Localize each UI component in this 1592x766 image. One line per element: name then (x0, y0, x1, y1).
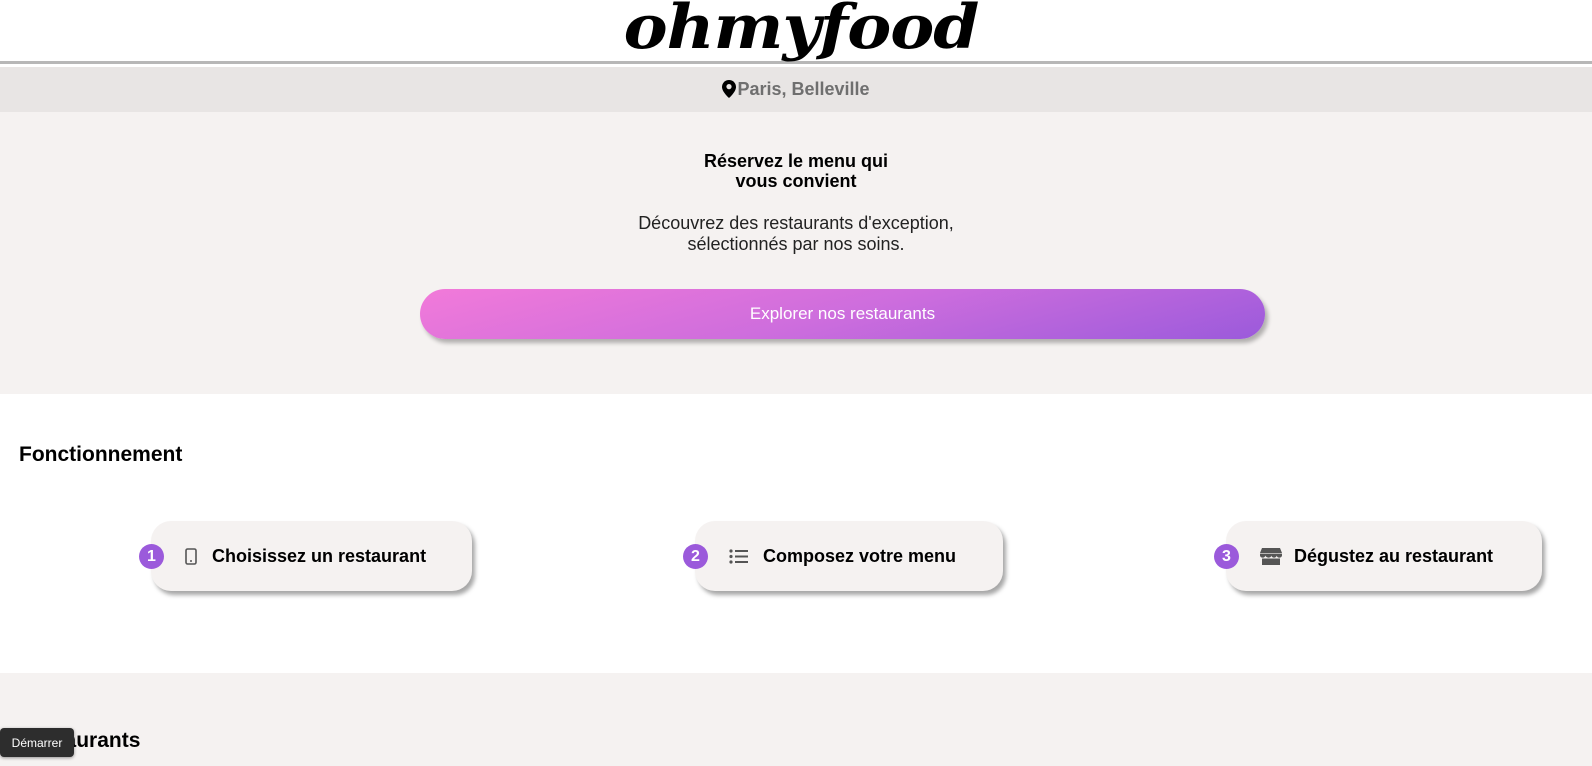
hero-subtitle-line-1: Découvrez des restaurants d'exception, (638, 213, 954, 233)
restaurants-section: Restaurants (0, 673, 1592, 766)
location-bar: Paris, Belleville (0, 67, 1592, 112)
hero-title-line-2: vous convient (735, 171, 857, 191)
mobile-phone-icon (184, 547, 198, 565)
map-pin-icon (722, 79, 737, 98)
hero-section: Réservez le menu qui vous convient Décou… (0, 112, 1592, 394)
list-icon (728, 548, 748, 564)
start-button[interactable]: Démarrer (0, 728, 74, 757)
step-number-badge: 1 (139, 544, 164, 569)
how-it-works-title: Fonctionnement (19, 443, 183, 466)
location-text: Paris, Belleville (737, 79, 870, 99)
hero-subtitle-line-2: sélectionnés par nos soins. (687, 234, 905, 254)
step-label: Composez votre menu (763, 545, 957, 566)
step-choose-restaurant: 1 Choisissez un restaurant (139, 521, 472, 591)
step-number-badge: 3 (1214, 544, 1239, 569)
store-icon (1260, 547, 1282, 565)
step-number-badge: 2 (683, 544, 708, 569)
step-enjoy-restaurant: 3 Dégustez au restaurant (1214, 521, 1542, 591)
hero-title: Réservez le menu qui vous convient (0, 151, 1592, 191)
step-label: Dégustez au restaurant (1294, 545, 1494, 566)
site-header: ohmyfood (0, 0, 1592, 64)
hero-subtitle: Découvrez des restaurants d'exception, s… (0, 213, 1592, 255)
hero-title-line-1: Réservez le menu qui (703, 151, 889, 171)
explore-restaurants-button[interactable]: Explorer nos restaurants (420, 289, 1265, 339)
step-label: Choisissez un restaurant (212, 545, 427, 566)
step-compose-menu: 2 Composez votre menu (683, 521, 1003, 591)
how-it-works-section: Fonctionnement 1 Choisissez un restauran… (0, 394, 1592, 673)
ohmyfood-logo[interactable]: ohmyfood (624, 0, 980, 57)
